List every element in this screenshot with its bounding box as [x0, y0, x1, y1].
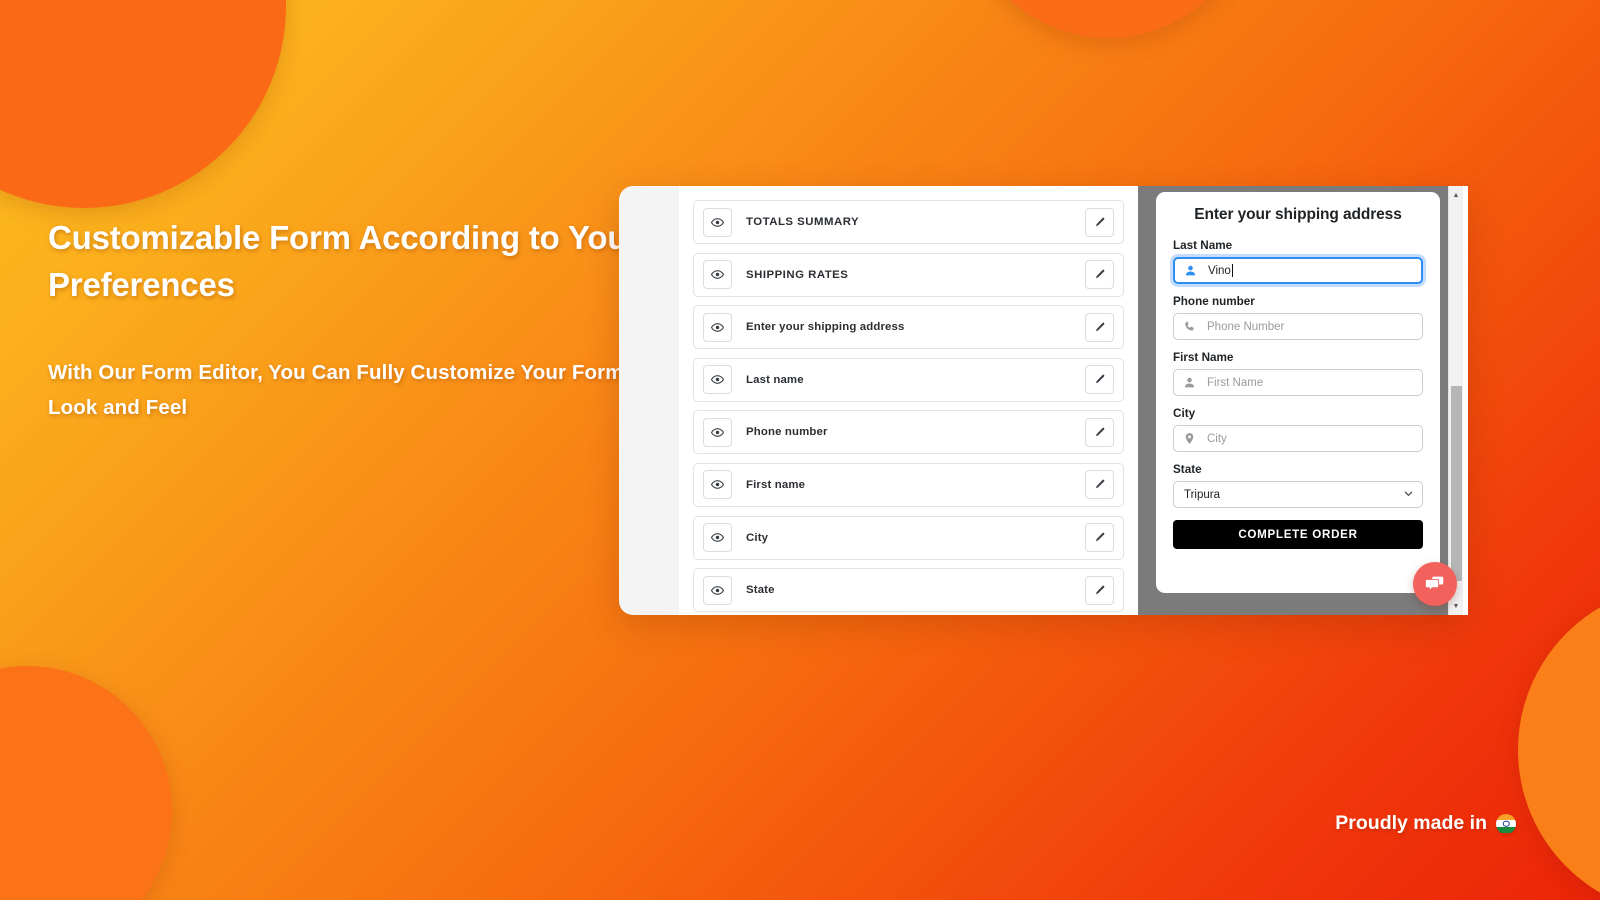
preview-group-phone-number: Phone number Phone Number: [1173, 295, 1423, 340]
form-field-row-totals-summary[interactable]: TOTALS SUMMARY: [693, 200, 1124, 244]
eye-icon: [711, 375, 724, 385]
india-flag-icon: [1496, 813, 1516, 834]
eye-icon: [711, 480, 724, 490]
form-field-label: SHIPPING RATES: [746, 268, 849, 281]
footer-text: Proudly made in: [1335, 812, 1487, 834]
pencil-icon: [1096, 427, 1105, 437]
person-icon: [1182, 375, 1197, 390]
chevron-down-icon: [1403, 488, 1414, 502]
preview-label-first-name: First Name: [1173, 351, 1234, 364]
form-field-row-shipping-rates[interactable]: SHIPPING RATES: [693, 252, 1124, 297]
decorative-circle-top-right: [963, 0, 1253, 38]
preview-vertical-scrollbar[interactable]: ▲ ▼: [1448, 186, 1463, 615]
form-field-label: First name: [746, 478, 806, 491]
preview-form-title: Enter your shipping address: [1194, 206, 1402, 223]
eye-icon: [711, 322, 724, 332]
state-select[interactable]: Tripura: [1173, 481, 1423, 508]
preview-label-last-name: Last Name: [1173, 239, 1233, 252]
form-live-preview: Enter your shipping address Last Name Vi…: [1138, 186, 1468, 615]
form-field-row-city[interactable]: City: [693, 515, 1124, 560]
eye-icon: [711, 217, 724, 227]
preview-group-city: City City: [1173, 407, 1423, 452]
pencil-icon: [1096, 269, 1105, 279]
decorative-circle-bottom-right: [1518, 585, 1600, 900]
last-name-input[interactable]: Vino: [1173, 257, 1423, 284]
eye-icon: [711, 270, 724, 279]
text-caret: [1231, 264, 1233, 277]
pencil-icon: [1096, 480, 1105, 489]
edit-field-button[interactable]: [1085, 365, 1114, 395]
chat-bubble-icon: [1424, 576, 1444, 592]
edit-field-button[interactable]: [1085, 470, 1114, 500]
chat-widget-button[interactable]: [1413, 562, 1457, 606]
phone-number-input[interactable]: Phone Number: [1173, 313, 1423, 340]
form-field-row-phone-number[interactable]: Phone number: [693, 410, 1124, 455]
form-field-label: Phone number: [746, 426, 828, 439]
form-field-row-state[interactable]: State: [693, 568, 1124, 613]
visibility-toggle-button[interactable]: [703, 575, 732, 605]
preview-group-state: State Tripura: [1173, 463, 1423, 508]
visibility-toggle-button[interactable]: [703, 365, 732, 395]
preview-device-frame: Enter your shipping address Last Name Vi…: [1138, 186, 1448, 615]
form-field-list: TOTALS SUMMARY SHIPPING RATES Enter your…: [679, 186, 1138, 615]
preview-group-first-name: First Name First Name: [1173, 351, 1423, 396]
decorative-circle-bottom-left: [0, 666, 172, 900]
page-title: Customizable Form According to Your Pref…: [48, 219, 640, 303]
pencil-icon: [1096, 585, 1105, 594]
map-pin-icon: [1182, 431, 1197, 446]
edit-field-button[interactable]: [1085, 575, 1114, 605]
form-field-row-enter-your-shipping-address[interactable]: Enter your shipping address: [693, 305, 1124, 350]
decorative-circle-top-left: [0, 0, 286, 208]
form-field-label: City: [746, 531, 769, 544]
caret-up-icon[interactable]: ▲: [1449, 188, 1463, 202]
visibility-toggle-button[interactable]: [703, 260, 732, 290]
pencil-icon: [1096, 532, 1105, 542]
visibility-toggle-button[interactable]: [703, 207, 732, 237]
complete-order-button[interactable]: COMPLETE ORDER: [1173, 520, 1423, 549]
scrollbar-thumb[interactable]: [1451, 386, 1462, 581]
phone-icon: [1182, 319, 1197, 334]
visibility-toggle-button[interactable]: [703, 312, 732, 342]
pencil-icon: [1096, 374, 1105, 384]
state-select-value: Tripura: [1184, 488, 1220, 501]
hero-subtitle: With Our Form Editor, You Can Fully Cust…: [48, 361, 641, 419]
form-editor-screenshot-card: TOTALS SUMMARY SHIPPING RATES Enter your…: [619, 186, 1468, 615]
form-field-label: State: [746, 584, 775, 597]
hero-copy: Customizable Form According to Your Pref…: [48, 214, 668, 425]
last-name-value: Vino: [1208, 264, 1231, 277]
first-name-input[interactable]: First Name: [1173, 369, 1423, 396]
edit-field-button[interactable]: [1085, 417, 1114, 447]
city-input[interactable]: City: [1173, 425, 1423, 452]
visibility-toggle-button[interactable]: [703, 470, 732, 500]
eye-icon: [711, 585, 724, 595]
form-field-label: Last name: [746, 373, 804, 386]
edit-field-button[interactable]: [1085, 260, 1114, 290]
edit-field-button[interactable]: [1085, 312, 1114, 342]
last-name-value-wrap: Vino: [1208, 264, 1233, 277]
form-field-label: TOTALS SUMMARY: [746, 216, 860, 228]
form-field-row-first-name[interactable]: First name: [693, 462, 1124, 507]
eye-icon: [711, 428, 724, 437]
preview-label-state: State: [1173, 463, 1202, 476]
first-name-placeholder: First Name: [1207, 376, 1264, 389]
visibility-toggle-button[interactable]: [703, 417, 732, 447]
phone-number-placeholder: Phone Number: [1207, 320, 1285, 333]
footer-made-in-badge: Proudly made in: [1335, 812, 1516, 835]
visibility-toggle-button[interactable]: [703, 523, 732, 553]
preview-form: Enter your shipping address Last Name Vi…: [1156, 192, 1440, 593]
city-placeholder: City: [1207, 432, 1227, 445]
edit-field-button[interactable]: [1085, 523, 1114, 553]
form-field-row-last-name[interactable]: Last name: [693, 357, 1124, 402]
eye-icon: [711, 533, 724, 542]
caret-down-icon[interactable]: ▼: [1449, 599, 1463, 613]
pencil-icon: [1096, 217, 1105, 226]
preview-group-last-name: Last Name Vino: [1173, 239, 1423, 284]
form-field-label: Enter your shipping address: [746, 321, 905, 334]
edit-field-button[interactable]: [1085, 207, 1114, 237]
preview-label-city: City: [1173, 407, 1196, 420]
person-icon: [1183, 263, 1198, 278]
preview-label-phone-number: Phone number: [1173, 295, 1255, 308]
pencil-icon: [1096, 322, 1105, 331]
